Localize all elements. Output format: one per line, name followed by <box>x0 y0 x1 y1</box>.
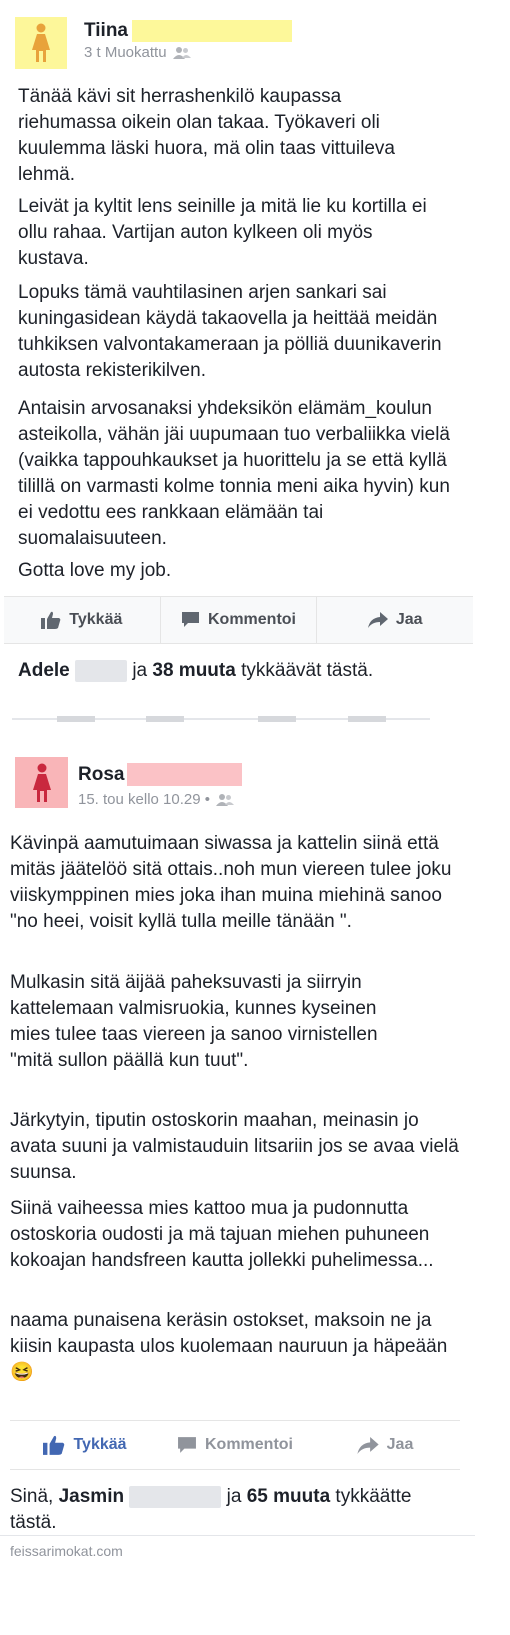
post-paragraph: Lopuks tämä vauhtilasinen arjen sankari … <box>18 282 442 381</box>
author-avatar[interactable] <box>15 757 68 808</box>
redacted-name <box>75 659 128 682</box>
post-paragraph: Leivät ja kyltit lens seinille ja mitä l… <box>18 196 427 269</box>
like-button[interactable]: Tykkää <box>10 1421 160 1469</box>
timestamp[interactable]: 3 t Muokattu <box>84 44 167 61</box>
divider-segment <box>57 716 95 722</box>
like-button[interactable]: Tykkää <box>4 597 160 643</box>
card-divider <box>0 1535 475 1536</box>
post-paragraph: Tänää kävi sit herrashenkilö kaupassa ri… <box>18 86 396 185</box>
post-paragraph: Gotta love my job. <box>18 560 172 581</box>
person-female-icon <box>32 23 50 62</box>
divider-segment <box>348 716 386 722</box>
thumbs-up-icon <box>41 611 61 629</box>
friends-privacy-icon <box>216 793 235 806</box>
comment-icon <box>182 612 199 627</box>
post-paragraph: Mulkasin sitä äijää paheksuvasti ja siir… <box>10 972 378 1071</box>
share-arrow-icon <box>357 1436 379 1454</box>
likes-summary[interactable]: Adele ja 38 muuta tykkäävät tästä. <box>18 658 373 684</box>
post-meta: 15. tou kello 10.29 • <box>78 791 235 808</box>
comment-icon <box>178 1436 196 1453</box>
comment-button[interactable]: Kommentoi <box>160 1421 310 1469</box>
divider-segment <box>146 716 184 722</box>
thumbs-up-icon <box>43 1435 65 1455</box>
author-name[interactable]: Tiina <box>84 20 128 42</box>
watermark: feissarimokat.com <box>10 1543 123 1559</box>
post-paragraph: Kävinpä aamutuimaan siwassa ja kattelin … <box>10 833 452 932</box>
divider-segment <box>258 716 296 722</box>
likes-summary[interactable]: Sinä, Jasmin ja 65 muuta tykkäätte tästä… <box>10 1484 450 1536</box>
comment-button[interactable]: Kommentoi <box>159 597 317 643</box>
share-button[interactable]: Jaa <box>316 597 473 643</box>
post-actions: Tykkää Kommentoi Jaa <box>4 596 473 644</box>
redacted-surname <box>127 763 242 786</box>
author-name[interactable]: Rosa <box>78 764 124 786</box>
redacted-name <box>129 1485 222 1508</box>
post-paragraph: Siinä vaiheessa mies kattoo mua ja pudon… <box>10 1198 434 1271</box>
author-avatar[interactable] <box>15 17 67 69</box>
laughing-emoji-icon: 😆 <box>10 1362 34 1383</box>
post-paragraph: naama punaisena keräsin ostokset, maksoi… <box>10 1310 448 1383</box>
post-meta: 3 t Muokattu <box>84 44 191 61</box>
timestamp[interactable]: 15. tou kello 10.29 • <box>78 791 210 808</box>
share-button[interactable]: Jaa <box>310 1421 460 1469</box>
post-paragraph: Antaisin arvosanaksi yhdeksikön elämäm_k… <box>18 398 450 549</box>
redacted-surname <box>132 20 292 42</box>
person-female-icon <box>32 763 51 802</box>
friends-privacy-icon <box>172 46 191 59</box>
share-arrow-icon <box>367 612 388 628</box>
post-actions: Tykkää Kommentoi Jaa <box>10 1420 460 1470</box>
post-paragraph: Järkytyin, tiputin ostoskorin maahan, me… <box>10 1110 459 1183</box>
